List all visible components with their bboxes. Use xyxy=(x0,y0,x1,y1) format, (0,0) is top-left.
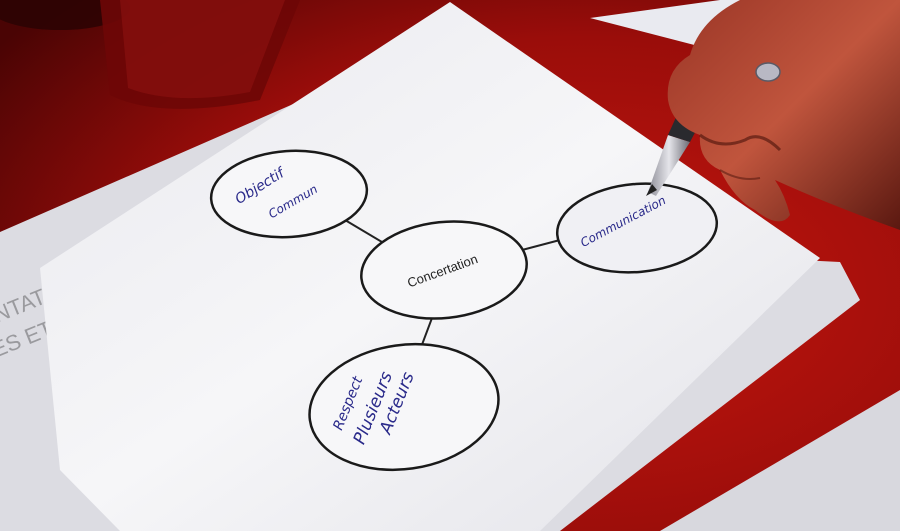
photo-scene: ENTATION ET ES ET CONSTRUCTIO Concertati… xyxy=(0,0,900,531)
ring xyxy=(755,62,781,82)
